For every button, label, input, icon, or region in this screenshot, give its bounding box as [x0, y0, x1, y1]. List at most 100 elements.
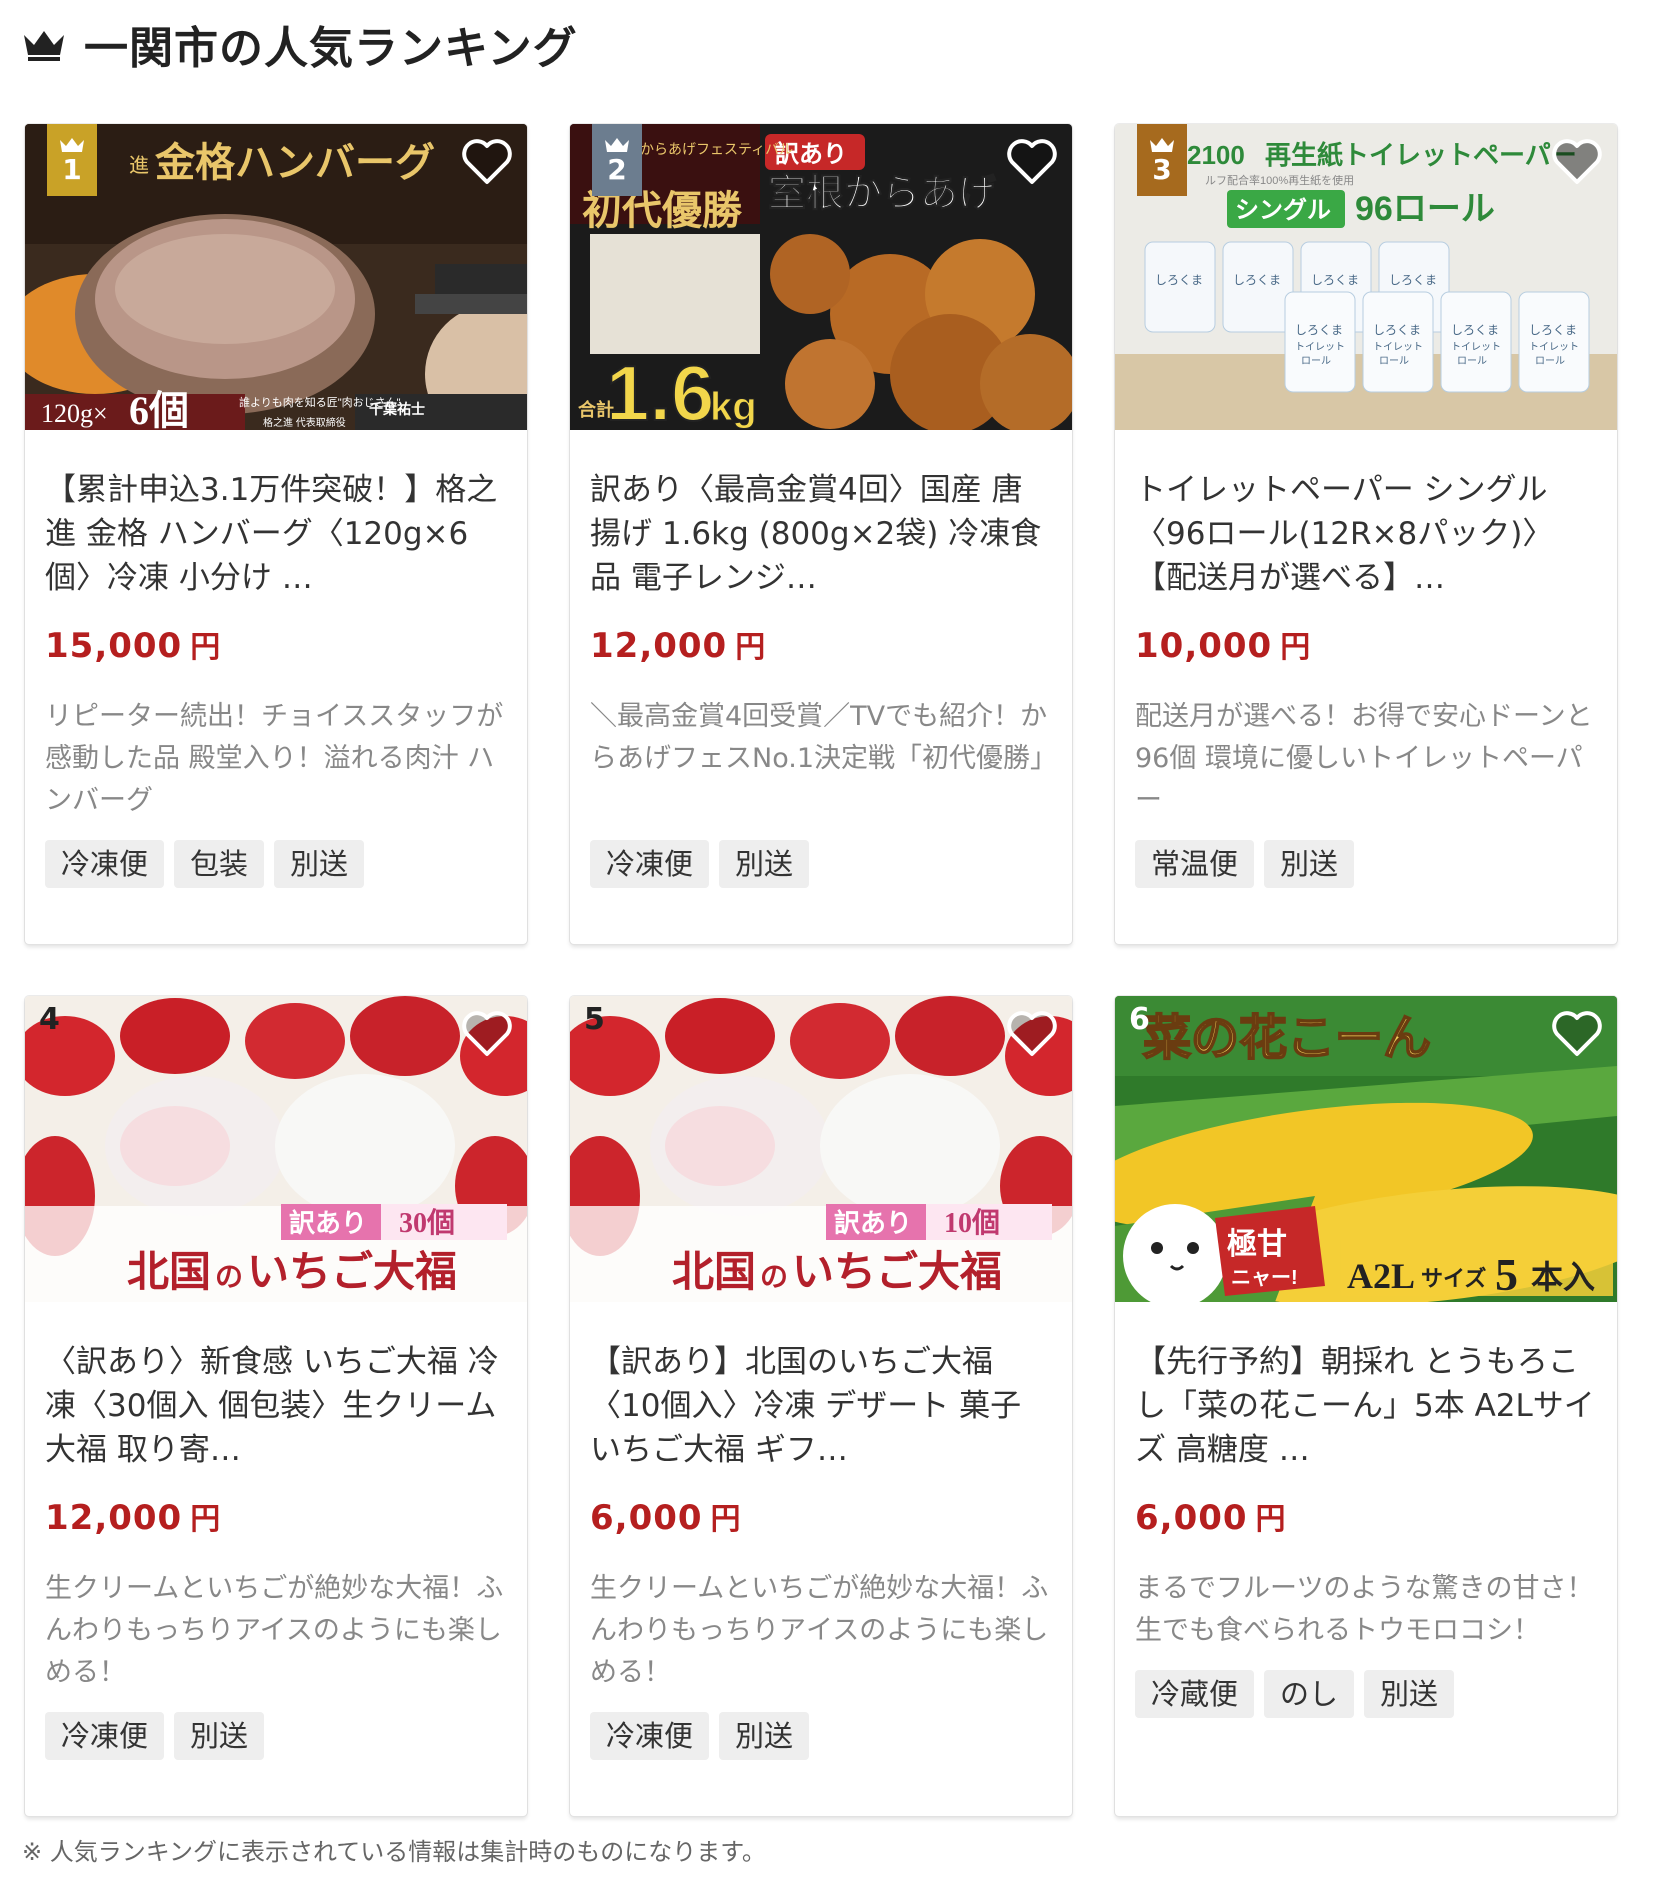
product-title[interactable]: 訳あり〈最高金賞4回〉国産 唐揚げ 1.6kg (800g×2袋) 冷凍食品 電…	[590, 468, 1050, 600]
image-weight-text: 1.6	[606, 349, 714, 430]
ranking-card-6[interactable]: 菜の花こーん 極甘 ニャー! A2L サイズ 5 本入 6 【先行予約】朝採れ …	[1115, 996, 1617, 1816]
heart-icon[interactable]	[461, 1010, 513, 1058]
svg-text:トイレット: トイレット	[1295, 342, 1345, 353]
svg-text:しろくま: しろくま	[1373, 323, 1421, 337]
product-description: まるでフルーツのような驚きの甘さ！生でも食べられるトウモロコシ！	[1135, 1573, 1594, 1646]
image-caption-name: 千葉祐士	[369, 401, 425, 417]
tag-list: 冷凍便 別送	[590, 840, 1050, 888]
ranking-section: 一関市の人気ランキング 進 金格ハンバーグ 120g× 6個 誰よりも肉を知る匠…	[0, 0, 1660, 1890]
roll-pack-back-2: しろくま	[1222, 241, 1294, 333]
product-title[interactable]: 【累計申込3.1万件突破！】格之進 金格 ハンバーグ〈120g×6個〉冷凍 小分…	[45, 468, 505, 600]
image-count-text: 30個	[399, 1207, 455, 1239]
price-currency: 円	[190, 1502, 222, 1537]
tag: 常温便	[1135, 840, 1255, 888]
image-sub-text: ルフ配合率100%再生紙を使用	[1205, 173, 1354, 187]
ranking-card-3[interactable]: 2100 再生紙トイレットペーパー ルフ配合率100%再生紙を使用 シングル 9…	[1115, 124, 1617, 944]
product-image-6[interactable]: 菜の花こーん 極甘 ニャー! A2L サイズ 5 本入 6	[1115, 996, 1617, 1302]
image-headline-text: 金格ハンバーグ	[154, 140, 435, 185]
product-price: 10,000 円	[1135, 622, 1595, 666]
card-body: 【先行予約】朝採れ とうもろこし「菜の花こーん」5本 A2Lサイズ 高糖度 … …	[1115, 1340, 1617, 1718]
roll-pack-front-4: しろくま トイレット ロール	[1518, 291, 1590, 393]
image-prefix-text: 進	[129, 154, 149, 177]
image-qty: 5	[1495, 1249, 1518, 1300]
rank-badge: 2	[592, 124, 642, 196]
tag: 冷凍便	[590, 1712, 710, 1760]
product-title[interactable]: 〈訳あり〉新食感 いちご大福 冷凍〈30個入 個包装〉生クリーム大福 取り寄…	[45, 1340, 505, 1472]
image-caption-2: 格之進 代表取締役	[263, 416, 346, 429]
image-qty-big-text: 6個	[129, 388, 189, 430]
tag-list: 冷凍便 別送	[45, 1712, 505, 1760]
product-title[interactable]: 【訳あり】北国のいちご大福〈10個入〉冷凍 デザート 菓子 いちご大福 ギフ…	[590, 1340, 1050, 1472]
image-tag-text: 訳あり	[289, 1208, 367, 1238]
image-bubble1: 極甘	[1227, 1228, 1287, 1261]
heart-icon[interactable]	[1551, 138, 1603, 186]
product-title[interactable]: 【先行予約】朝採れ とうもろこし「菜の花こーん」5本 A2Lサイズ 高糖度 …	[1135, 1340, 1595, 1472]
heart-icon[interactable]	[1006, 138, 1058, 186]
svg-text:ロール: ロール	[1535, 356, 1565, 367]
image-size-label: A2L	[1347, 1256, 1415, 1296]
crown-icon	[60, 138, 84, 152]
corn-image: 菜の花こーん 極甘 ニャー! A2L サイズ 5 本入	[1115, 996, 1617, 1302]
svg-text:ロール: ロール	[1379, 356, 1409, 367]
price-value: 15,000	[45, 626, 183, 666]
ranking-card-5[interactable]: 訳あり 10個 北国 の いちご大福 5 【訳あり】北国のいちご大福〈10個入〉…	[570, 996, 1072, 1816]
price-value: 6,000	[590, 1498, 703, 1538]
image-headline-no: の	[760, 1262, 788, 1293]
product-title[interactable]: トイレットペーパー シングル〈96ロール(12R×8パック)〉【配送月が選べる】…	[1135, 468, 1595, 600]
ranking-card-2[interactable]: 訳あり 室根からあげ からあげフェスティバル 初代優勝 合計 1.6 kg 2 …	[570, 124, 1072, 944]
svg-text:ロール: ロール	[1457, 356, 1487, 367]
tag-list: 冷凍便 包装 別送	[45, 840, 505, 888]
product-image-1[interactable]: 進 金格ハンバーグ 120g× 6個 誰よりも肉を知る匠"肉おじさん" 格之進 …	[25, 124, 527, 430]
price-value: 10,000	[1135, 626, 1273, 666]
product-image-2[interactable]: 訳あり 室根からあげ からあげフェスティバル 初代優勝 合計 1.6 kg 2	[570, 124, 1072, 430]
strawberry-daifuku-image: 訳あり 10個 北国 の いちご大福	[570, 996, 1072, 1302]
rank-number: 4	[39, 1002, 60, 1037]
heart-icon[interactable]	[1551, 1010, 1603, 1058]
tag: 別送	[1364, 1670, 1455, 1718]
ranking-card-4[interactable]: 訳あり 30個 北国 の いちご大福 4 〈訳あり〉新食感 いちご大福 冷凍〈3…	[25, 996, 527, 1816]
tag: 冷凍便	[45, 1712, 165, 1760]
product-description: 生クリームといちごが絶妙な大福！ふんわりもっちりアイスのようにも楽しめる！	[45, 1573, 504, 1688]
product-image-3[interactable]: 2100 再生紙トイレットペーパー ルフ配合率100%再生紙を使用 シングル 9…	[1115, 124, 1617, 430]
svg-text:トイレット: トイレット	[1451, 342, 1501, 353]
price-currency: 円	[1255, 1502, 1287, 1537]
price-value: 6,000	[1135, 1498, 1248, 1538]
image-qty-text: 120g×	[41, 399, 108, 428]
rank-number: 3	[1152, 153, 1172, 186]
heart-icon[interactable]	[1006, 1010, 1058, 1058]
ranking-note: ※ 人気ランキングに表示されている情報は集計時のものになります。	[22, 1838, 766, 1866]
image-unit-text: kg	[710, 385, 757, 429]
product-image-4[interactable]: 訳あり 30個 北国 の いちご大福 4	[25, 996, 527, 1302]
price-currency: 円	[710, 1502, 742, 1537]
tag: 冷凍便	[45, 840, 165, 888]
product-image-5[interactable]: 訳あり 10個 北国 の いちご大福 5	[570, 996, 1072, 1302]
price-currency: 円	[190, 630, 222, 665]
image-headline-text: 再生紙トイレットペーパー	[1265, 140, 1577, 170]
price-currency: 円	[735, 630, 767, 665]
price-currency: 円	[1280, 630, 1312, 665]
tag: 別送	[719, 1712, 810, 1760]
svg-text:しろくま: しろくま	[1295, 323, 1343, 337]
card-body: 【累計申込3.1万件突破！】格之進 金格 ハンバーグ〈120g×6個〉冷凍 小分…	[25, 468, 527, 888]
product-description: ＼最高金賞4回受賞／TVでも紹介！からあげフェスNo.1決定戦「初代優勝」	[590, 701, 1050, 774]
tag: 包装	[174, 840, 265, 888]
card-body: 訳あり〈最高金賞4回〉国産 唐揚げ 1.6kg (800g×2袋) 冷凍食品 電…	[570, 468, 1072, 888]
crown-icon	[605, 138, 629, 152]
tag: 冷蔵便	[1135, 1670, 1255, 1718]
svg-text:トイレット: トイレット	[1529, 342, 1579, 353]
svg-text:しろくま: しろくま	[1311, 273, 1359, 287]
roll-pack-back-1: しろくま	[1144, 241, 1216, 333]
tag: 別送	[274, 840, 365, 888]
card-body: トイレットペーパー シングル〈96ロール(12R×8パック)〉【配送月が選べる】…	[1115, 468, 1617, 888]
hamburger-image: 進 金格ハンバーグ 120g× 6個 誰よりも肉を知る匠"肉おじさん" 格之進 …	[25, 124, 527, 430]
crown-icon	[24, 31, 64, 61]
heart-icon[interactable]	[461, 138, 513, 186]
product-description: リピーター続出！チョイススタッフが感動した品 殿堂入り！溢れる肉汁 ハンバーグ	[45, 701, 504, 816]
product-price: 15,000 円	[45, 622, 505, 666]
ranking-card-1[interactable]: 進 金格ハンバーグ 120g× 6個 誰よりも肉を知る匠"肉おじさん" 格之進 …	[25, 124, 527, 944]
svg-text:しろくま: しろくま	[1451, 323, 1499, 337]
image-headline-a: 北国	[127, 1250, 211, 1296]
image-headline-b: いちご大福	[792, 1249, 1002, 1296]
product-price: 12,000 円	[590, 622, 1050, 666]
product-price: 6,000 円	[590, 1494, 1050, 1538]
